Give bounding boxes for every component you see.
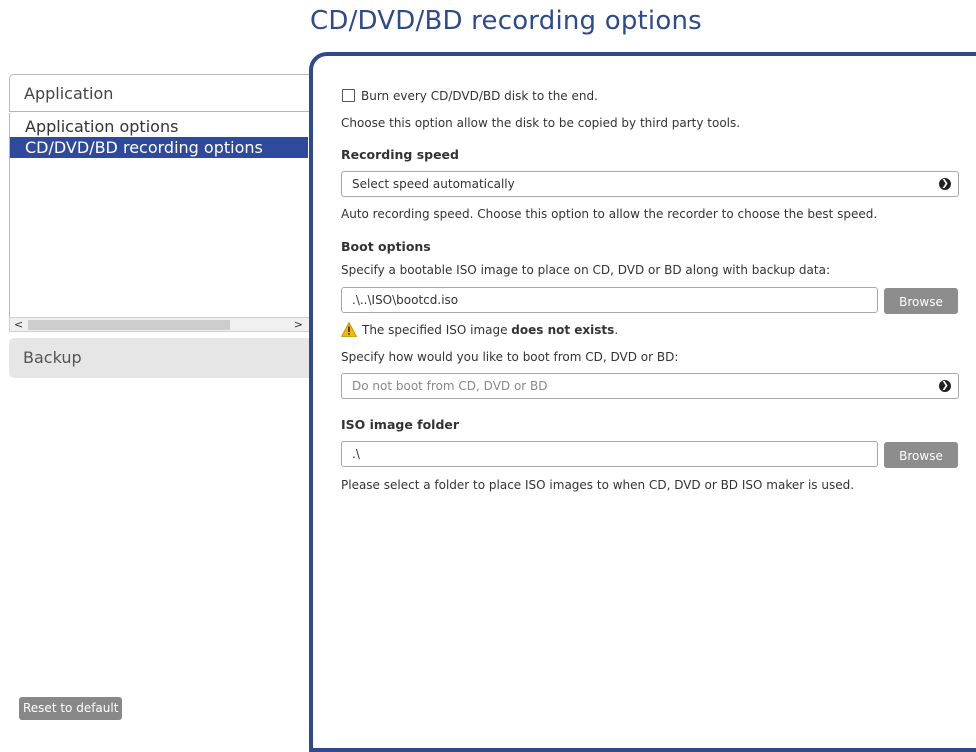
chevron-circle-icon: ❯ [939,380,951,392]
iso-folder-input[interactable]: .\ [341,441,878,467]
iso-image-prompt: Specify a bootable ISO image to place on… [341,263,830,277]
boot-mode-value: Do not boot from CD, DVD or BD [352,379,548,393]
chevron-circle-icon: ❯ [939,178,951,190]
boot-iso-path-value: .\..\ISO\bootcd.iso [352,293,459,307]
burn-to-end-label[interactable]: Burn every CD/DVD/BD disk to the end. [361,89,598,103]
reset-to-default-button[interactable]: Reset to default [19,697,123,720]
page-title: CD/DVD/BD recording options [310,6,702,36]
iso-folder-heading: ISO image folder [341,417,460,432]
iso-folder-value: .\ [352,447,360,461]
boot-options-heading: Boot options [341,239,431,254]
recording-speed-description: Auto recording speed. Choose this option… [341,207,878,221]
sidebar-section-application[interactable]: Application [9,74,310,112]
iso-folder-browse-button[interactable]: Browse [884,442,958,468]
boot-mode-select[interactable]: Do not boot from CD, DVD or BD ❯ [341,373,959,399]
recording-speed-value: Select speed automatically [352,177,515,191]
warning-text-bold: does not exists [511,323,615,337]
boot-mode-prompt: Specify how would you like to boot from … [341,350,679,364]
sidebar-horizontal-scrollbar[interactable]: < > [9,317,310,332]
recording-speed-select[interactable]: Select speed automatically ❯ [341,171,959,197]
sidebar-section-backup[interactable]: Backup [9,338,310,378]
sidebar-section-label: Backup [23,348,82,367]
warning-icon [341,322,357,337]
boot-iso-path-input[interactable]: .\..\ISO\bootcd.iso [341,287,878,313]
burn-to-end-checkbox[interactable] [342,89,355,102]
sidebar-item-recording-options[interactable]: CD/DVD/BD recording options [10,137,308,158]
scrollbar-thumb[interactable] [28,320,230,330]
scroll-left-icon[interactable]: < [14,318,23,331]
iso-folder-description: Please select a folder to place ISO imag… [341,478,855,492]
warning-text: The specified ISO image [362,323,512,337]
sidebar-section-label: Application [24,84,114,103]
scroll-right-icon[interactable]: > [294,318,303,331]
sidebar-list: Application options CD/DVD/BD recording … [9,113,310,317]
warning-text-end: . [614,323,619,337]
recording-speed-heading: Recording speed [341,147,459,162]
burn-description: Choose this option allow the disk to be … [341,116,741,130]
iso-warning-message: The specified ISO image does not exists. [362,323,618,337]
sidebar-item-application-options[interactable]: Application options [10,116,308,137]
boot-iso-browse-button[interactable]: Browse [884,288,958,314]
